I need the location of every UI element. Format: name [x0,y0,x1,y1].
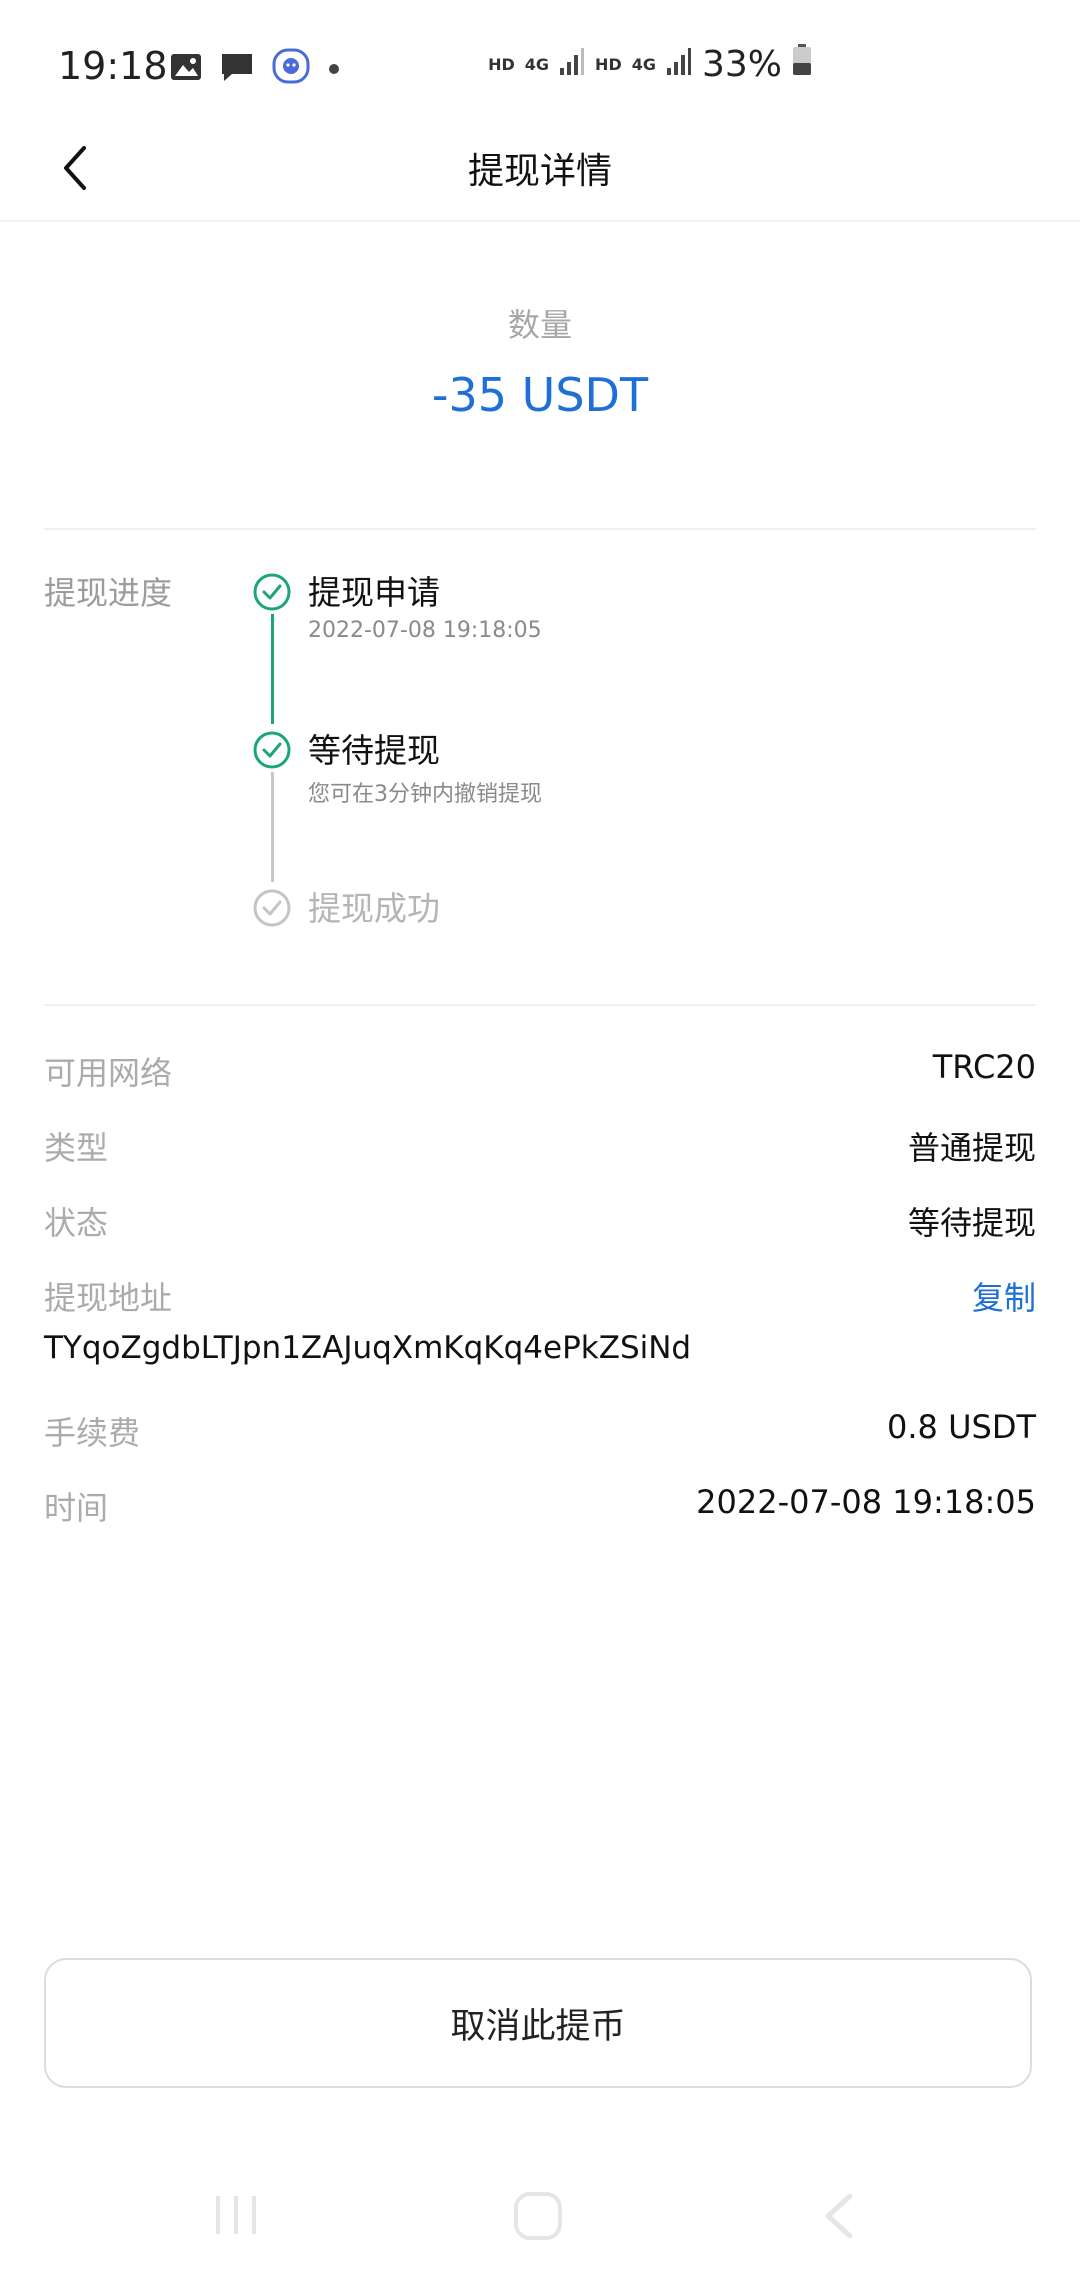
address-label: 提现地址 [44,1279,173,1317]
network-type: 4G [524,54,550,74]
status-time: 19:18 [58,44,168,88]
check-circle-icon [253,573,291,611]
progress-line-pending [271,772,274,882]
time-value: 2022-07-08 19:18:05 [696,1483,1036,1521]
withdraw-address: TYqoZgdbLTJpn1ZAJuqXmKqKq4ePkZSiNd [44,1330,692,1366]
signal-icon [559,44,585,85]
cancel-withdrawal-button[interactable]: 取消此提币 [44,1958,1032,2088]
app-header: 提现详情 [0,120,1080,222]
check-circle-icon [253,889,291,927]
amount-label: 数量 [507,306,572,344]
notification-icons [170,48,340,90]
battery-percent: 33% [701,44,782,85]
network-label: 可用网络 [44,1054,173,1092]
hd-badge-2: HD [595,55,622,74]
battery-icon [792,44,812,85]
page-title: 提现详情 [467,151,612,192]
progress-label: 提现进度 [44,574,173,612]
signal-icon-2 [666,44,692,85]
type-label: 类型 [44,1129,109,1167]
home-icon[interactable] [512,2190,564,2242]
divider-middle [44,1004,1036,1006]
check-circle-icon [253,731,291,769]
divider-top [44,528,1036,530]
step-subtitle: 2022-07-08 19:18:05 [308,618,542,643]
network-value: TRC20 [932,1048,1036,1086]
hd-badge: HD [488,55,515,74]
status-bar: 19:18 HD 4G HD 4G 33% [0,0,1080,130]
nav-back-icon[interactable] [818,2190,858,2242]
status-value: 等待提现 [907,1204,1036,1242]
status-label: 状态 [44,1204,109,1242]
network-type-2: 4G [631,54,656,74]
step-title: 提现成功 [308,889,440,928]
recent-apps-icon[interactable] [212,2192,262,2238]
step-title: 等待提现 [308,731,440,770]
amount-value: -35 USDT [431,368,649,422]
type-value: 普通提现 [907,1129,1036,1167]
step-title: 提现申请 [308,573,440,612]
status-right-group: HD 4G HD 4G 33% [488,44,812,85]
time-label: 时间 [44,1489,109,1527]
message-icon [220,51,254,87]
fee-label: 手续费 [44,1414,141,1452]
copy-address-link[interactable]: 复制 [972,1273,1036,1319]
fee-value: 0.8 USDT [887,1408,1036,1446]
cat-chat-icon [272,48,310,90]
step-subtitle: 您可在3分钟内撤销提现 [308,782,542,807]
progress-line-done [271,614,274,724]
dot-icon [328,60,340,79]
gallery-icon [170,53,202,85]
system-nav-bar [0,2170,1080,2280]
